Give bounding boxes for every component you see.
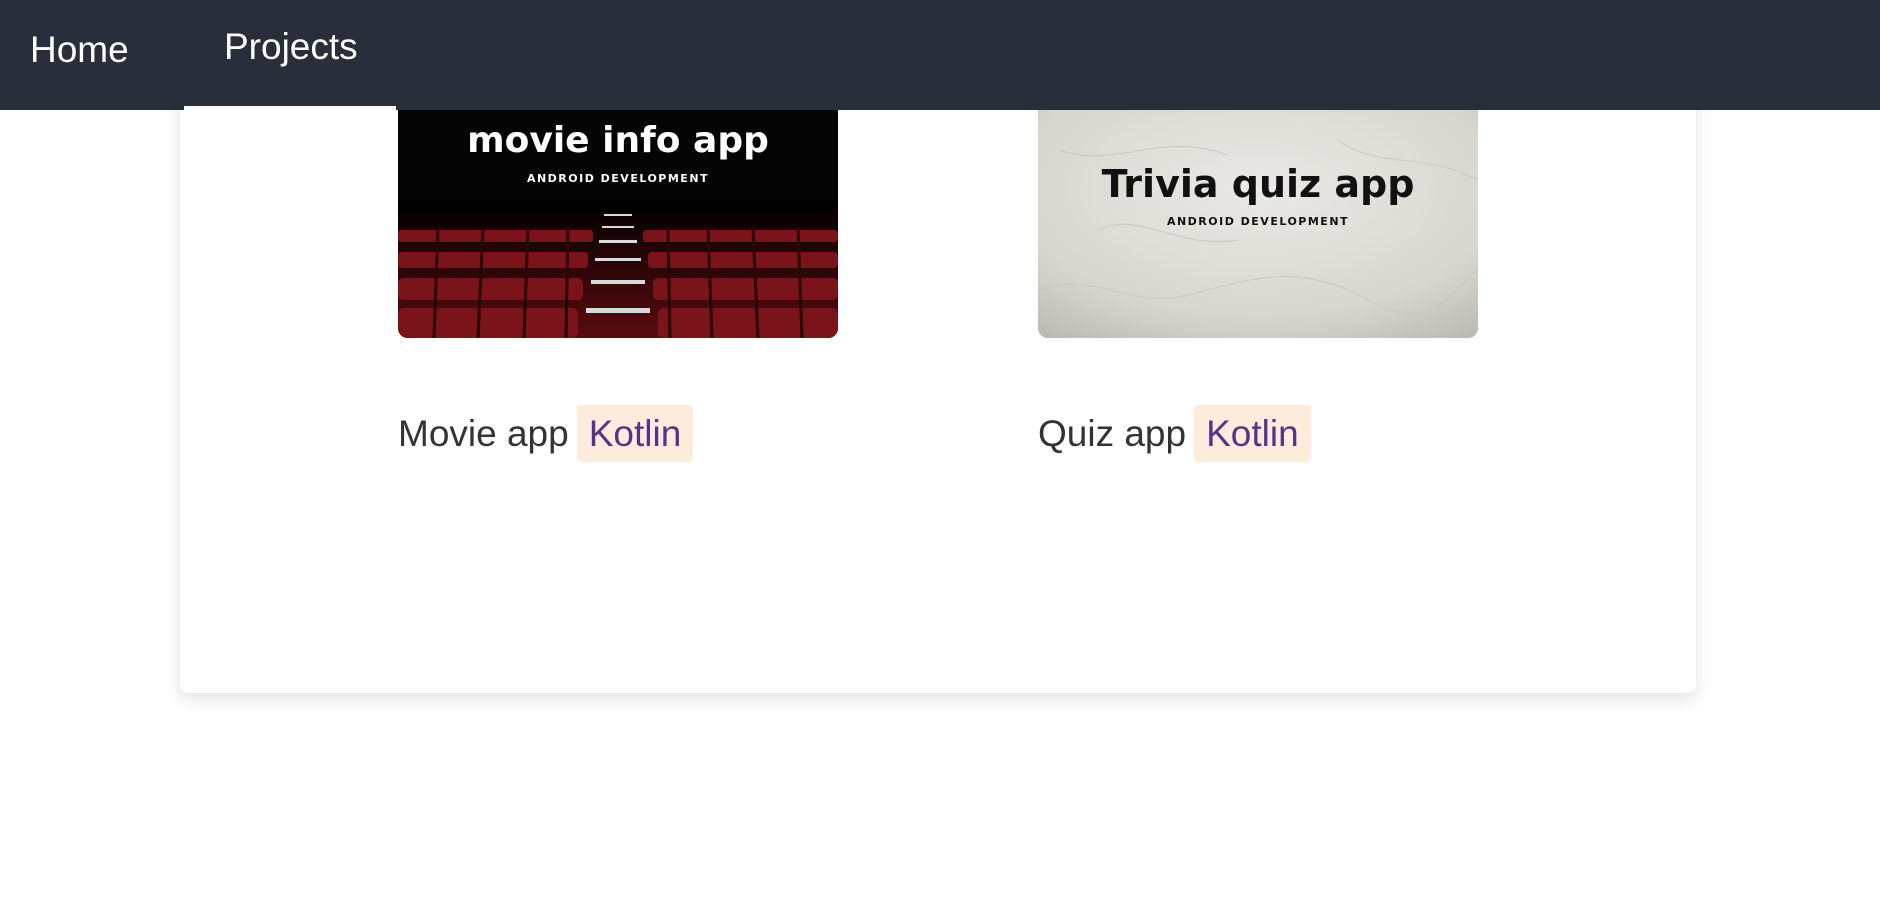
project-name: Movie app (398, 413, 569, 454)
language-tag: Kotlin (576, 405, 694, 462)
project-name: Quiz app (1038, 413, 1187, 454)
quiz-app-caption: Quiz app Kotlin (1038, 405, 1311, 462)
nav-projects-link[interactable]: Projects (184, 0, 396, 110)
nav-home-link[interactable]: Home (0, 0, 170, 110)
quiz-app-thumbnail[interactable]: Trivia quiz app ANDROID DEVELOPMENT (1038, 110, 1478, 338)
nav-projects-label: Projects (224, 26, 358, 67)
projects-card: movie info app ANDROID DEVELOPMENT Movie… (180, 60, 1696, 693)
movie-app-caption: Movie app Kotlin (398, 405, 694, 462)
quiz-thumbnail-title: Trivia quiz app (1101, 162, 1415, 206)
nav-home-label: Home (30, 29, 129, 70)
quiz-thumbnail-subtitle: ANDROID DEVELOPMENT (1166, 215, 1350, 228)
movie-thumbnail-title: movie info app (467, 120, 769, 161)
language-tag: Kotlin (1194, 405, 1311, 462)
top-navbar: Home Projects (0, 0, 1880, 110)
movie-thumbnail-subtitle: ANDROID DEVELOPMENT (526, 172, 710, 185)
movie-app-thumbnail[interactable]: movie info app ANDROID DEVELOPMENT (398, 110, 838, 338)
